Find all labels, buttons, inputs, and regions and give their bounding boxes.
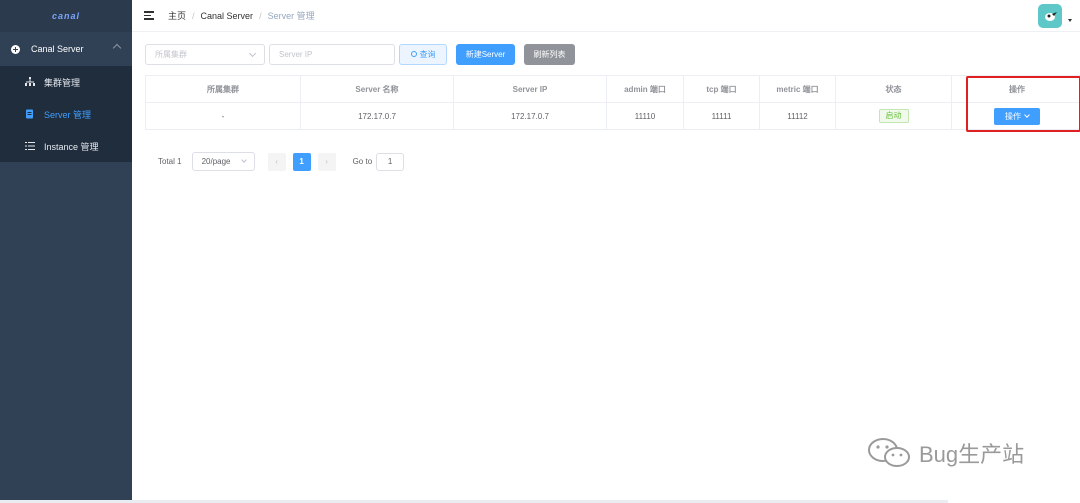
wechat-icon	[868, 438, 910, 467]
main-content: 主页 / Canal Server / Server 管理 所属集群 Serve…	[132, 0, 1080, 503]
watermark-text: Bug生产站	[919, 442, 1025, 467]
sidebar-item-label: Instance 管理	[44, 141, 99, 152]
sidebar-item-cluster[interactable]: 集群管理	[0, 66, 132, 98]
breadcrumb-separator: /	[192, 10, 195, 21]
breadcrumb-home[interactable]: 主页	[168, 9, 186, 22]
breadcrumb: 主页 / Canal Server / Server 管理	[168, 9, 315, 22]
breadcrumb-canal-server[interactable]: Canal Server	[201, 11, 254, 21]
server-ip-placeholder: Server IP	[279, 49, 313, 59]
cluster-icon	[25, 77, 35, 87]
caret-down-icon[interactable]	[1068, 19, 1072, 22]
pagination-total: Total 1	[158, 157, 182, 166]
refresh-list-button[interactable]: 刷新列表	[524, 43, 575, 65]
cell-admin-port: 11110	[606, 102, 684, 130]
column-header: tcp 端口	[683, 75, 760, 103]
watermark: Bug生产站	[867, 436, 1024, 470]
table-row: - 172.17.0.7 172.17.0.7 11110 11111 1111…	[145, 102, 1080, 130]
sidebar: canal Canal Server 集群管理 Server 管理 Instan…	[0, 0, 132, 503]
chevron-up-icon	[112, 43, 122, 53]
breadcrumb-current: Server 管理	[267, 11, 315, 21]
app-logo: canal	[0, 0, 132, 32]
filter-bar: 所属集群 Server IP 查询 新建Server 刷新列表	[145, 43, 584, 65]
next-page-button[interactable]: ›	[317, 152, 336, 171]
sidebar-item-label: 集群管理	[44, 77, 81, 88]
chevron-down-icon	[248, 49, 257, 57]
page-size-select[interactable]: 20/page	[191, 152, 255, 171]
search-button-label: 查询	[419, 49, 436, 59]
navbar: 主页 / Canal Server / Server 管理	[132, 0, 1080, 32]
status-badge: 启动	[878, 109, 909, 123]
status-column-highlight	[966, 76, 1080, 132]
sidebar-item-server[interactable]: Server 管理	[0, 98, 132, 130]
cell-server-ip: 172.17.0.7	[453, 102, 607, 130]
circle-plus-icon	[11, 44, 20, 54]
sidebar-item-label: Server 管理	[44, 109, 92, 120]
list-icon	[25, 141, 35, 151]
prev-page-button[interactable]: ‹	[267, 152, 286, 171]
cell-status: 启动	[835, 102, 952, 130]
goto-page-input[interactable]: 1	[376, 152, 405, 171]
chevron-right-icon: ›	[325, 157, 328, 166]
cell-tcp-port: 11111	[683, 102, 760, 130]
breadcrumb-separator: /	[259, 10, 262, 21]
server-ip-input[interactable]: Server IP	[269, 43, 395, 65]
sidebar-item-instance[interactable]: Instance 管理	[0, 130, 132, 162]
goto-label: Go to	[352, 157, 373, 166]
column-header: metric 端口	[759, 75, 836, 103]
chevron-left-icon: ‹	[275, 157, 278, 166]
cell-cluster: -	[145, 102, 301, 130]
page-size-value: 20/page	[201, 157, 231, 166]
column-header: Server 名称	[300, 75, 454, 103]
cluster-select[interactable]: 所属集群	[145, 43, 265, 65]
column-header: 所属集群	[145, 75, 301, 103]
page-number-current[interactable]: 1	[292, 152, 311, 171]
column-header: 状态	[835, 75, 952, 103]
chevron-down-icon	[240, 157, 247, 163]
column-header: Server IP	[453, 75, 607, 103]
search-icon	[410, 51, 417, 57]
avatar[interactable]	[1038, 4, 1062, 28]
pagination: Total 1 20/page ‹ 1 › Go to 1	[158, 152, 405, 171]
search-button[interactable]: 查询	[399, 43, 447, 65]
document-icon	[25, 109, 35, 119]
column-header: admin 端口	[606, 75, 684, 103]
cluster-select-placeholder: 所属集群	[155, 49, 187, 59]
new-server-button[interactable]: 新建Server	[456, 43, 515, 65]
server-table: 所属集群 Server 名称 Server IP admin 端口 tcp 端口…	[145, 75, 1080, 130]
sidebar-group-canal-server[interactable]: Canal Server	[0, 32, 132, 66]
hamburger-icon[interactable]	[144, 11, 154, 20]
cell-server-name: 172.17.0.7	[300, 102, 454, 130]
cell-metric-port: 11112	[759, 102, 836, 130]
table-header-row: 所属集群 Server 名称 Server IP admin 端口 tcp 端口…	[145, 75, 1080, 103]
sidebar-group-label: Canal Server	[31, 44, 84, 54]
